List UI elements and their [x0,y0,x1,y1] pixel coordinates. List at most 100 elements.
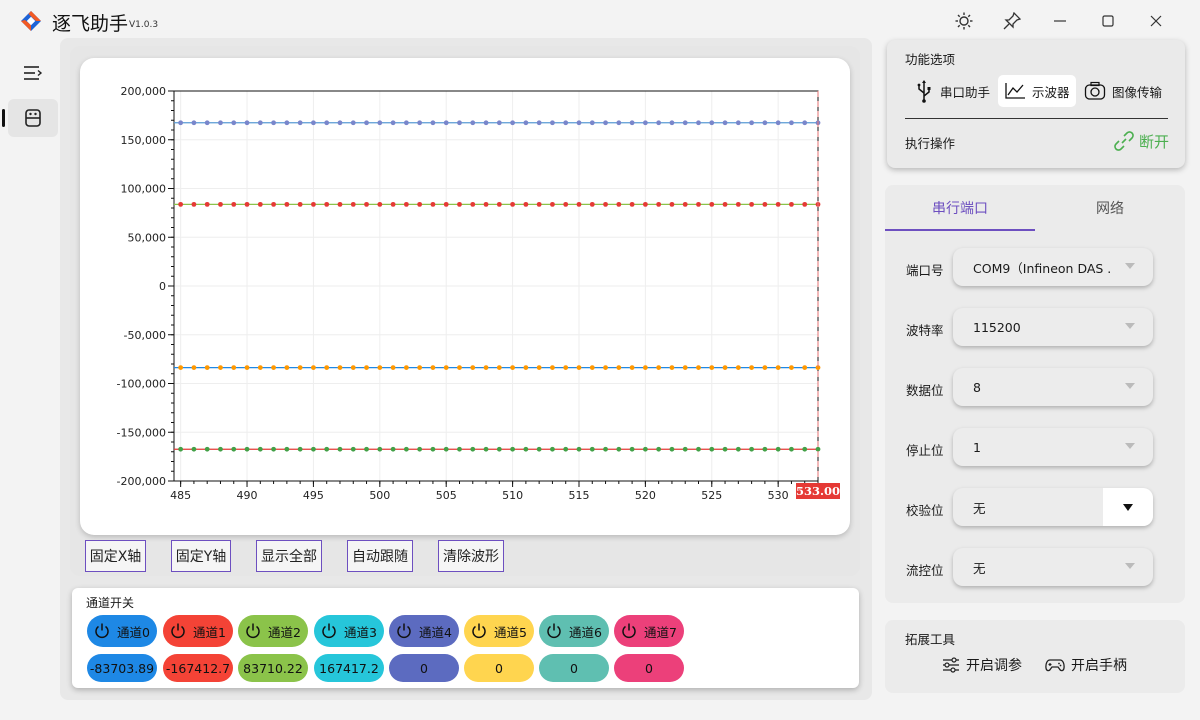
waveform-chart[interactable]: 200,000 150,000 100,000 50,000 0 -50,000 -100,… [80,58,850,535]
chevron-down-icon [1125,263,1135,269]
data-bits-select[interactable]: 8 [953,368,1153,406]
series-point-1 [284,201,290,207]
series-point-3 [271,446,276,452]
series-point-2 [656,365,662,371]
y-tick-label: 150,000 [121,134,167,147]
series-point-0 [642,120,648,126]
series-point-1 [390,201,396,207]
series-point-2 [244,365,250,371]
tab-serial-underline [885,229,1035,231]
close-button[interactable] [1143,8,1169,34]
channel-label: 通道6 [569,624,602,640]
series-point-1 [496,201,502,207]
series-point-2 [550,365,555,371]
fix-y-axis-button[interactable]: 固定Y轴 [171,540,231,572]
series-point-1 [178,201,184,207]
series-point-3 [403,446,409,452]
minimize-button[interactable] [1047,8,1073,34]
series-point-3 [563,446,569,452]
series-point-0 [510,120,515,126]
series-point-2 [722,365,728,371]
series-point-1 [775,201,781,207]
series-point-0 [443,120,449,126]
stop-bits-select[interactable]: 1 [953,428,1153,466]
series-point-3 [815,446,821,452]
channel-toggle-5[interactable]: 通道5 [464,615,534,647]
series-point-0 [496,120,502,126]
series-point-2 [417,365,423,371]
series-point-0 [417,120,423,126]
series-point-1 [603,201,608,207]
y-tick-label: 200,000 [121,85,167,98]
series-point-3 [204,446,210,452]
channel-toggle-6[interactable]: 通道6 [539,615,609,647]
parity-select[interactable]: 无 [953,488,1153,526]
tab-oscilloscope[interactable]: 示波器 [998,75,1076,107]
show-all-button[interactable]: 显示全部 [256,540,322,572]
series-point-0 [802,120,808,126]
series-point-1 [735,201,741,207]
series-point-0 [735,120,741,126]
series-point-2 [390,365,396,371]
gamepad-button[interactable]: 开启手柄 [1045,655,1127,675]
series-point-3 [669,446,675,452]
series-point-3 [722,446,728,452]
series-point-2 [218,365,223,371]
series-point-3 [550,446,555,452]
series-point-2 [496,365,502,371]
dropdown-button[interactable] [1103,488,1153,526]
series-point-0 [749,120,755,126]
title-bar: 逐飞助手 V1.0.3 [0,0,1200,40]
x-tick-label: 520 [635,489,656,502]
tab-image-transfer[interactable]: 图像传输 [1078,75,1168,107]
theme-toggle-button[interactable] [951,8,977,34]
app-logo-icon [21,11,41,31]
series-point-2 [231,365,237,371]
series-point-2 [749,365,755,371]
series-point-1 [350,201,356,207]
channel-toggle-3[interactable]: 通道3 [314,615,384,647]
fix-x-axis-button[interactable]: 固定X轴 [85,540,146,572]
channel-toggle-7[interactable]: 通道7 [614,615,684,647]
channel-toggle-2[interactable]: 通道2 [238,615,308,647]
menu-toggle-button[interactable] [8,54,58,92]
tab-serial-assistant-label: 串口助手 [940,84,991,100]
y-tick-label: -150,000 [117,426,166,439]
series-point-1 [642,201,648,207]
clear-waveform-button[interactable]: 清除波形 [438,540,504,572]
tab-serial-assistant[interactable]: 串口助手 [908,75,996,107]
series-point-3 [682,446,688,452]
baud-rate-select[interactable]: 115200 [953,308,1153,346]
series-point-0 [669,120,675,126]
y-tick-label: 100,000 [121,183,167,196]
maximize-icon [1102,15,1114,27]
channel-label: 通道2 [268,624,301,640]
auto-follow-button[interactable]: 自动跟随 [347,540,413,572]
tab-serial-port[interactable]: 串行端口 [885,185,1035,231]
flow-control-select[interactable]: 无 [953,548,1153,586]
series-point-3 [589,446,595,452]
series-point-3 [244,446,250,452]
series-point-1 [722,201,728,207]
channel-value-7: 0 [614,654,684,682]
channel-toggle-1[interactable]: 通道1 [163,615,233,647]
series-point-1 [311,201,316,207]
maximize-button[interactable] [1095,8,1121,34]
series-point-1 [550,201,555,207]
series-point-2 [603,365,608,371]
series-point-3 [191,446,197,452]
disconnect-button[interactable]: 断开 [1113,130,1169,152]
sliders-icon [943,657,959,673]
series-point-1 [470,201,476,207]
series-point-1 [802,201,808,207]
series-point-0 [403,120,409,126]
pin-button[interactable] [999,8,1025,34]
channel-toggle-0[interactable]: 通道0 [87,615,157,647]
channel-label: 通道5 [494,624,527,640]
sidebar-item-device[interactable] [8,99,58,137]
tune-params-button[interactable]: 开启调参 [942,655,1022,675]
tab-network[interactable]: 网络 [1035,185,1185,231]
port-select[interactable]: COM9（Infineon DAS . [953,248,1153,286]
disconnect-label: 断开 [1139,132,1170,151]
channel-toggle-4[interactable]: 通道4 [389,615,459,647]
